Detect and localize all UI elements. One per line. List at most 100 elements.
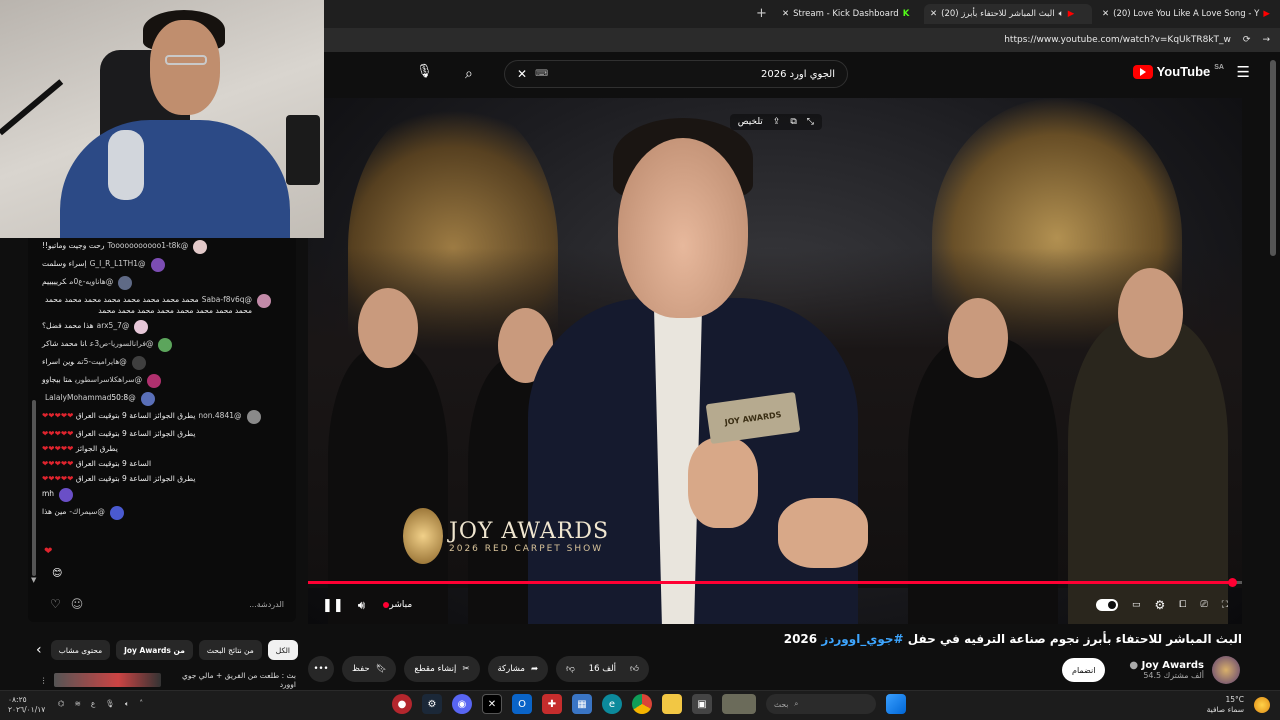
heart-icon[interactable]: ♡ <box>50 597 61 611</box>
more-vert-icon[interactable]: ⋮ <box>40 676 48 685</box>
share-button[interactable]: مشاركة ➦ <box>487 656 549 682</box>
chat-scrollbar[interactable] <box>32 400 36 576</box>
pause-icon[interactable]: ❚❚ <box>322 598 344 613</box>
app-red-icon[interactable]: ● <box>392 694 412 714</box>
channel-avatar[interactable] <box>1212 656 1240 684</box>
chip-channel[interactable]: من Joy Awards <box>116 640 193 660</box>
chat-avatar[interactable] <box>59 488 74 502</box>
dislike-icon[interactable]: 👎︎ <box>566 664 575 674</box>
store-icon[interactable]: ▦ <box>572 694 592 714</box>
chat-username[interactable]: @هاناويه-ع0م <box>69 277 113 286</box>
chat-username[interactable]: @فرانالسوريا-ص3ع <box>90 339 154 348</box>
chat-username[interactable]: @Tooooooooooo1-t8k <box>107 241 188 250</box>
chat-username[interactable]: @non.4841 <box>198 411 241 420</box>
widgets-icon[interactable] <box>722 694 756 714</box>
language-icon[interactable]: ع <box>91 699 95 709</box>
menu-icon[interactable]: ☰ <box>1237 63 1250 81</box>
url-text[interactable]: https://www.youtube.com/watch?v=KqUkTR8k… <box>1004 35 1231 45</box>
tab-youtube-song[interactable]: ✕ (20) Love You Like A Love Song - Y ▶ <box>1096 4 1272 24</box>
page-scrollbar[interactable] <box>1270 60 1276 256</box>
emoji-icon[interactable]: ☺ <box>71 597 84 611</box>
taskbar-search[interactable]: ⌕ بحث <box>766 694 876 714</box>
chat-avatar[interactable] <box>246 410 261 424</box>
speaker-icon[interactable]: 🔈︎ <box>1059 9 1064 19</box>
close-icon[interactable]: ✕ <box>930 9 937 19</box>
youtube-logo[interactable]: YouTube SA <box>1132 64 1224 79</box>
search-box[interactable]: ⌕ ✕ ⌨ الجوي اورد 2026 <box>465 60 848 88</box>
like-count[interactable]: 16 ألف <box>589 664 616 674</box>
scroll-down-icon[interactable]: ▼ <box>31 576 36 584</box>
edge-icon[interactable]: e <box>602 694 622 714</box>
save-button[interactable]: حفظ 🔖︎ <box>342 656 397 682</box>
notification-icon[interactable]: ⌬ <box>58 699 65 709</box>
chat-avatar[interactable] <box>257 294 271 308</box>
channel-name[interactable]: ● Joy Awards <box>1129 660 1204 671</box>
like-icon[interactable]: 👍︎ <box>630 664 639 674</box>
volume-icon[interactable]: 🔊︎ <box>358 598 366 613</box>
discord-icon[interactable]: ◉ <box>452 694 472 714</box>
gift-app-icon[interactable]: ✚ <box>542 694 562 714</box>
watch-later-icon[interactable]: ⧉ <box>790 117 796 127</box>
chat-avatar[interactable] <box>118 276 133 290</box>
chip-all[interactable]: الكل <box>267 640 298 660</box>
keyboard-icon[interactable]: ⌨ <box>535 69 548 79</box>
app-window-icon[interactable]: ▣ <box>692 694 712 714</box>
title-hashtag[interactable]: #جوي_اووردز <box>821 632 903 646</box>
chat-avatar[interactable] <box>134 320 149 334</box>
mic-tray-icon[interactable]: 🎙︎ <box>105 699 115 709</box>
heart-reaction-icon[interactable]: ❤ <box>44 546 52 557</box>
settings-icon[interactable]: ⚙ <box>1155 598 1166 612</box>
chat-username[interactable]: @سراهكلاسراسطوري <box>75 375 142 384</box>
chat-avatar[interactable] <box>193 240 208 254</box>
weather-widget[interactable]: 15°C سماء صافية <box>1207 695 1244 715</box>
close-icon[interactable]: ✕ <box>782 9 789 19</box>
taskbar-clock[interactable]: ٠٨:٢٥ ٢٠٢٦/٠١/١٧ <box>8 695 45 715</box>
minimize-icon[interactable]: ⤡ <box>807 117 814 127</box>
steam-icon[interactable]: ⚙ <box>422 694 442 714</box>
video-player[interactable]: JOY AWARDS JOY AWARDS 2026 RED CARPET SH… <box>308 98 1242 624</box>
tab-kick-dashboard[interactable]: ✕ Stream - Kick Dashboard K <box>776 4 910 24</box>
chat-avatar[interactable] <box>109 506 124 520</box>
close-icon[interactable]: ✕ <box>1102 9 1109 19</box>
chat-avatar[interactable] <box>131 356 146 370</box>
chat-avatar[interactable] <box>140 392 155 406</box>
chat-username[interactable]: @هايراميت-5تم <box>77 357 127 366</box>
chat-username[interactable]: @G_I_R_L1TH1 <box>90 259 146 268</box>
chrome-icon[interactable] <box>632 694 652 714</box>
join-button[interactable]: انضمام <box>1062 658 1106 682</box>
more-button[interactable]: ••• <box>308 656 334 682</box>
outlook-icon[interactable]: O <box>512 694 532 714</box>
wifi-icon[interactable]: ≋ <box>75 699 81 709</box>
microphone-icon[interactable]: 🎙︎ <box>416 64 433 79</box>
capcut-icon[interactable]: ✕ <box>482 694 502 714</box>
chip-search-results[interactable]: من نتائج البحث <box>198 640 262 660</box>
clear-search-icon[interactable]: ✕ <box>517 67 527 81</box>
chat-avatar[interactable] <box>158 338 173 352</box>
windows-start-icon[interactable] <box>886 694 906 714</box>
chat-input[interactable]: الدردشة... <box>249 600 284 609</box>
autoplay-toggle[interactable] <box>1096 599 1118 611</box>
chevron-up-icon[interactable]: ˄ <box>139 699 143 709</box>
miniplayer-icon[interactable]: ⧠ <box>1179 600 1186 610</box>
chat-avatar[interactable] <box>147 374 162 388</box>
chat-avatar[interactable] <box>150 258 165 272</box>
search-icon[interactable]: ⌕ <box>465 66 473 82</box>
progress-bar[interactable] <box>308 578 1242 587</box>
address-bar[interactable]: https://www.youtube.com/watch?v=KqUkTR8k… <box>324 28 1280 52</box>
chat-username[interactable]: @Saba-f8v6q <box>202 295 252 304</box>
live-indicator[interactable]: مباشر <box>379 600 416 610</box>
cast-icon[interactable]: ⎚ <box>1200 600 1207 610</box>
fullscreen-icon[interactable]: ⛶ <box>1222 600 1228 610</box>
chip-similar[interactable]: محتوى مشاب <box>50 640 111 660</box>
clip-button[interactable]: إنشاء مقطع ✂ <box>404 656 480 682</box>
volume-tray-icon[interactable]: 🔈︎ <box>125 699 130 709</box>
search-query[interactable]: الجوي اورد 2026 <box>761 69 835 80</box>
forward-arrow-icon[interactable]: → <box>1262 35 1270 45</box>
reload-icon[interactable]: ⟳ <box>1243 35 1251 45</box>
subtitles-icon[interactable]: ▭ <box>1132 600 1141 610</box>
new-tab-button[interactable]: + <box>756 6 767 21</box>
tab-youtube-live[interactable]: ✕ (20) البث المباشر للاحتفاء بأبرز 🔈︎ ▶ <box>924 4 1092 24</box>
summary-label[interactable]: تلخيص <box>738 117 763 127</box>
share-icon[interactable]: ⇪ <box>773 117 781 127</box>
file-explorer-icon[interactable] <box>662 694 682 714</box>
